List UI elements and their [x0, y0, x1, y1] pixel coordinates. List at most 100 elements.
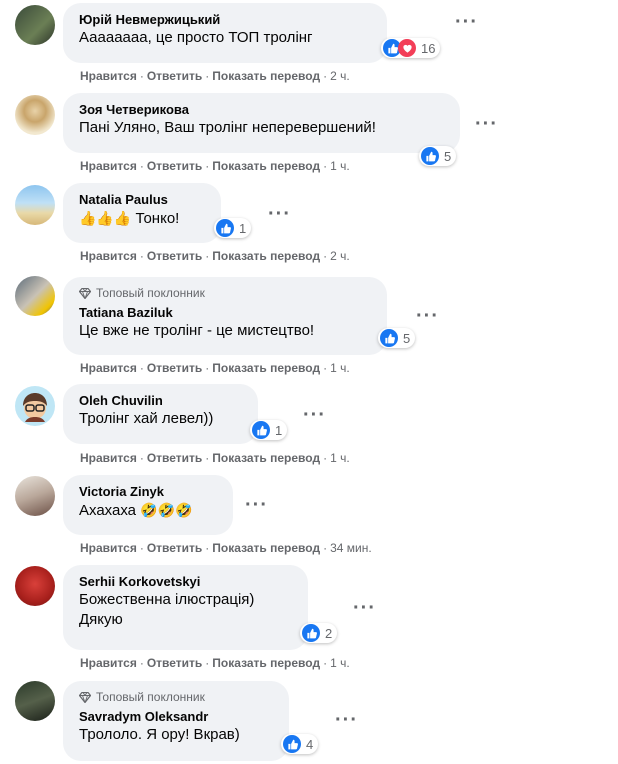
comment-actions: Нравится · Ответить · Показать перевод · 1 ч.	[80, 360, 350, 376]
commenter-name[interactable]: Savradym Oleksandr	[79, 708, 273, 725]
top-fan-badge: Топовый поклонник	[79, 689, 273, 705]
separator: ·	[205, 249, 210, 263]
more-options-icon[interactable]: ···	[455, 12, 478, 32]
reaction-count[interactable]: 1	[250, 420, 288, 440]
comment-actions: Нравится · Ответить · Показать перевод · 1 ч.	[80, 158, 350, 174]
reaction-number: 2	[325, 625, 333, 641]
like-link[interactable]: Нравится	[80, 451, 137, 465]
comment-bubble: Victoria Zinyk Ахахаха 🤣🤣🤣	[63, 475, 233, 535]
avatar[interactable]	[15, 566, 55, 606]
translate-link[interactable]: Показать перевод	[212, 249, 320, 263]
separator: ·	[323, 541, 328, 555]
commenter-name[interactable]: Serhii Korkovetskyi	[79, 573, 292, 590]
more-options-icon[interactable]: ···	[335, 710, 358, 730]
like-link[interactable]: Нравится	[80, 656, 137, 670]
reaction-count[interactable]: 16	[381, 38, 441, 58]
like-link[interactable]: Нравится	[80, 361, 137, 375]
timestamp[interactable]: 2 ч.	[330, 249, 350, 263]
comment-text: Ахахаха 🤣🤣🤣	[79, 500, 217, 521]
separator: ·	[205, 541, 210, 555]
translate-link[interactable]: Показать перевод	[212, 451, 320, 465]
translate-link[interactable]: Показать перевод	[212, 159, 320, 173]
commenter-name[interactable]: Зоя Четверикова	[79, 101, 444, 118]
comment-text: Дякую	[79, 611, 123, 628]
separator: ·	[323, 361, 328, 375]
reaction-number: 5	[403, 330, 411, 346]
avatar[interactable]	[15, 185, 55, 225]
more-options-icon[interactable]: ···	[268, 204, 291, 224]
comment-bubble: Юрій Невмержицький Аааааааа, це просто Т…	[63, 3, 387, 63]
avatar[interactable]	[15, 95, 55, 135]
more-options-icon[interactable]: ···	[416, 306, 439, 326]
avatar[interactable]	[15, 5, 55, 45]
avatar[interactable]	[15, 476, 55, 516]
top-fan-label: Топовый поклонник	[96, 286, 205, 300]
like-icon	[302, 624, 320, 642]
reaction-count[interactable]: 4	[281, 734, 319, 754]
timestamp[interactable]: 1 ч.	[330, 451, 350, 465]
avatar[interactable]	[15, 276, 55, 316]
timestamp[interactable]: 1 ч.	[330, 159, 350, 173]
reaction-number: 16	[421, 40, 436, 56]
commenter-name[interactable]: Юрій Невмержицький	[79, 11, 371, 28]
translate-link[interactable]: Показать перевод	[212, 541, 320, 555]
separator: ·	[139, 451, 144, 465]
top-fan-badge: Топовый поклонник	[79, 285, 371, 301]
reaction-count[interactable]: 1	[214, 218, 252, 238]
commenter-name[interactable]: Oleh Chuvilin	[79, 392, 242, 409]
reply-link[interactable]: Ответить	[147, 451, 202, 465]
commenter-name[interactable]: Natalia Paulus	[79, 191, 205, 208]
translate-link[interactable]: Показать перевод	[212, 656, 320, 670]
more-options-icon[interactable]: ···	[303, 405, 326, 425]
separator: ·	[323, 451, 328, 465]
translate-link[interactable]: Показать перевод	[212, 361, 320, 375]
more-options-icon[interactable]: ···	[475, 114, 498, 134]
translate-link[interactable]: Показать перевод	[212, 69, 320, 83]
like-icon	[216, 219, 234, 237]
timestamp[interactable]: 2 ч.	[330, 69, 350, 83]
commenter-name[interactable]: Victoria Zinyk	[79, 483, 217, 500]
timestamp[interactable]: 1 ч.	[330, 656, 350, 670]
comment-text: 👍👍👍 Тонко!	[79, 208, 205, 229]
avatar[interactable]	[15, 681, 55, 721]
comment-bubble: Топовый поклонник Tatiana Baziluk Це вже…	[63, 277, 387, 355]
like-link[interactable]: Нравится	[80, 159, 137, 173]
separator: ·	[205, 159, 210, 173]
timestamp[interactable]: 34 мин.	[330, 541, 372, 555]
reply-link[interactable]: Ответить	[147, 361, 202, 375]
comment-text: Тролінг хай левел))	[79, 410, 214, 427]
like-link[interactable]: Нравится	[80, 69, 137, 83]
reaction-number: 1	[275, 422, 283, 438]
separator: ·	[139, 361, 144, 375]
separator: ·	[205, 361, 210, 375]
more-options-icon[interactable]: ···	[353, 598, 376, 618]
comment-actions: Нравится · Ответить · Показать перевод · 2 ч.	[80, 248, 350, 264]
separator: ·	[139, 69, 144, 83]
reply-link[interactable]: Ответить	[147, 159, 202, 173]
reaction-count[interactable]: 5	[378, 328, 416, 348]
separator: ·	[139, 656, 144, 670]
comment-text: Божественна ілюстрація)	[79, 591, 255, 608]
like-icon	[421, 147, 439, 165]
comment-bubble: Oleh Chuvilin Тролінг хай левел))	[63, 384, 258, 444]
timestamp[interactable]: 1 ч.	[330, 361, 350, 375]
reply-link[interactable]: Ответить	[147, 656, 202, 670]
love-icon	[398, 39, 416, 57]
commenter-name[interactable]: Tatiana Baziluk	[79, 304, 371, 321]
top-fan-label: Топовый поклонник	[96, 690, 205, 704]
reply-link[interactable]: Ответить	[147, 541, 202, 555]
like-link[interactable]: Нравится	[80, 249, 137, 263]
reply-link[interactable]: Ответить	[147, 249, 202, 263]
avatar[interactable]	[15, 386, 55, 426]
comment-text-content: Ахахаха	[79, 502, 137, 519]
separator: ·	[205, 656, 210, 670]
reaction-count[interactable]: 2	[300, 623, 338, 643]
avatar-illustration	[23, 393, 47, 422]
separator: ·	[205, 451, 210, 465]
reply-link[interactable]: Ответить	[147, 69, 202, 83]
comment-bubble: Топовый поклонник Savradym Oleksandr Тро…	[63, 681, 289, 761]
comment-actions: Нравится · Ответить · Показать перевод · 2 ч.	[80, 68, 350, 84]
reaction-count[interactable]: 5	[419, 146, 457, 166]
more-options-icon[interactable]: ···	[245, 495, 268, 515]
like-link[interactable]: Нравится	[80, 541, 137, 555]
